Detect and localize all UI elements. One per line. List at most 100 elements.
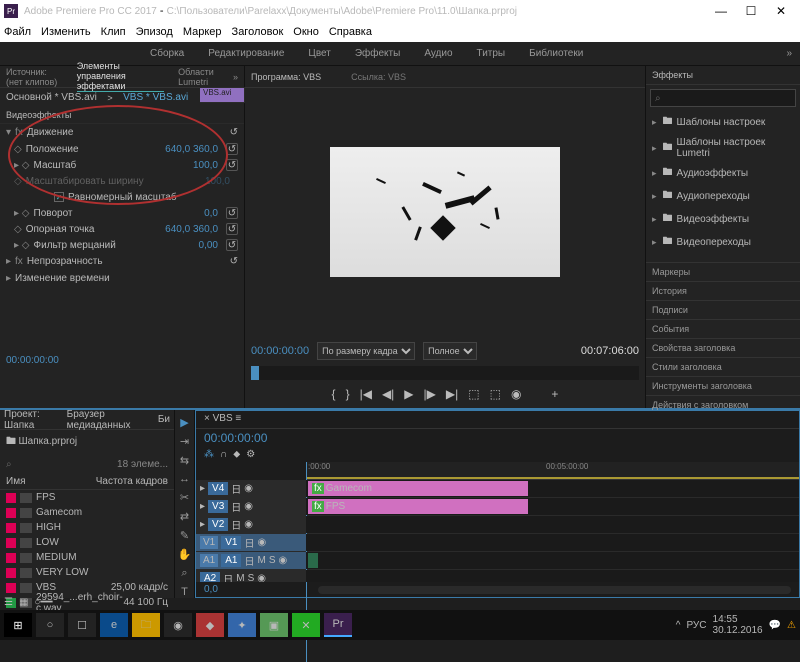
project-item[interactable]: MEDIUM — [0, 550, 174, 565]
tab-lumetri[interactable]: Области Lumetri — [178, 67, 219, 87]
project-item[interactable]: Gamecom — [0, 505, 174, 520]
prop-rotation[interactable]: ▸ ◇Поворот0,0↺ — [0, 205, 244, 221]
taskbar-xbox[interactable]: ✕ — [292, 613, 320, 637]
panel-events[interactable]: События — [646, 319, 800, 338]
tab-source[interactable]: Источник: (нет клипов) — [6, 67, 63, 87]
menu-title[interactable]: Заголовок — [232, 26, 284, 38]
tab-project[interactable]: Проект: Шапка — [4, 409, 59, 431]
ws-overflow[interactable]: » — [786, 48, 792, 59]
rate-stretch-icon[interactable]: ↔ — [179, 473, 190, 485]
track-v4[interactable]: ▸V4日◉fxGamecom — [196, 480, 799, 498]
ws-editing[interactable]: Редактирование — [208, 48, 284, 59]
lift-icon[interactable]: ⬚ — [468, 387, 479, 401]
play-icon[interactable]: ▶ — [404, 387, 413, 401]
menu-marker[interactable]: Маркер — [183, 26, 222, 38]
taskbar-app2[interactable]: ✦ — [228, 613, 256, 637]
taskbar-explorer[interactable]: 🗀 — [132, 613, 160, 637]
menu-clip[interactable]: Клип — [101, 26, 126, 38]
mini-timeline[interactable]: VBS.avi — [200, 87, 245, 103]
linked-sel-icon[interactable]: ∩ — [220, 449, 227, 460]
timeline-zoom[interactable]: 0,0 — [204, 584, 218, 595]
type-tool-icon[interactable]: T — [181, 586, 188, 598]
ws-assembly[interactable]: Сборка — [150, 48, 184, 59]
clip-audio[interactable] — [308, 553, 318, 568]
tab-media-browser[interactable]: Браузер медиаданных — [67, 409, 150, 431]
track-a1[interactable]: A1A1日MS◉ — [196, 552, 799, 570]
ws-effects[interactable]: Эффекты — [355, 48, 400, 59]
menu-edit[interactable]: Изменить — [41, 26, 91, 38]
step-back-icon[interactable]: ◀| — [382, 387, 394, 401]
tray-lang[interactable]: РУС — [686, 620, 706, 631]
panel-history[interactable]: История — [646, 281, 800, 300]
taskbar-app3[interactable]: ▣ — [260, 613, 288, 637]
tray-up-icon[interactable]: ^ — [676, 620, 681, 631]
mini-clip[interactable]: VBS.avi — [200, 88, 244, 102]
start-button[interactable]: ⊞ — [4, 613, 32, 637]
program-timecode[interactable]: 00:00:00:00 — [251, 345, 309, 357]
project-item[interactable]: VERY LOW — [0, 565, 174, 580]
folder-videotrans[interactable]: 🖿Видеопереходы — [646, 231, 800, 254]
prop-flicker[interactable]: ▸ ◇Фильтр мерцаний0,00↺ — [0, 237, 244, 253]
program-scrubber[interactable] — [251, 366, 639, 380]
mark-out-icon[interactable]: } — [346, 387, 350, 401]
search-button[interactable]: ○ — [36, 613, 64, 637]
tab-program[interactable]: Программа: VBS — [251, 72, 321, 82]
settings-icon[interactable]: ⚙ — [246, 449, 255, 460]
ws-color[interactable]: Цвет — [308, 48, 330, 59]
maximize-button[interactable]: ☐ — [736, 4, 766, 18]
project-item[interactable]: LOW — [0, 535, 174, 550]
playhead-icon[interactable] — [251, 366, 259, 380]
folder-audiofx[interactable]: 🖿Аудиоэффекты — [646, 162, 800, 185]
minimize-button[interactable]: — — [706, 4, 736, 18]
folder-videofx[interactable]: 🖿Видеоэффекты — [646, 208, 800, 231]
btn-plus-icon[interactable]: + — [551, 387, 558, 401]
markers-icon[interactable]: ⬥ — [233, 449, 240, 460]
tab-effects[interactable]: Эффекты — [646, 66, 800, 85]
viewer-area[interactable] — [245, 88, 645, 336]
folder-lumetri[interactable]: 🖿Шаблоны настроек Lumetri — [646, 134, 800, 162]
panel-menu[interactable]: » — [233, 72, 238, 82]
tab-overflow[interactable]: Би — [158, 414, 170, 425]
prev-marker-icon[interactable]: |◀ — [360, 387, 372, 401]
col-name[interactable]: Имя — [6, 476, 96, 487]
hand-tool-icon[interactable]: ✋ — [178, 548, 192, 561]
taskbar-chrome[interactable]: ◉ — [164, 613, 192, 637]
menu-file[interactable]: Файл — [4, 26, 31, 38]
search-icon[interactable]: ⌕ — [6, 459, 12, 470]
taskview-button[interactable]: ☐ — [68, 613, 96, 637]
folder-presets[interactable]: 🖿Шаблоны настроек — [646, 111, 800, 134]
ws-libraries[interactable]: Библиотеки — [529, 48, 583, 59]
panel-markers[interactable]: Маркеры — [646, 262, 800, 281]
taskbar-edge[interactable]: e — [100, 613, 128, 637]
tray-notifications-icon[interactable]: 💬 — [769, 620, 781, 631]
zoom-slider[interactable]: ○━━ — [34, 597, 52, 608]
resolution-select[interactable]: Полное — [423, 342, 477, 360]
export-frame-icon[interactable]: ◉ — [511, 387, 521, 401]
pen-tool-icon[interactable]: ✎ — [180, 529, 189, 542]
track-v2[interactable]: ▸V2日◉ — [196, 516, 799, 534]
menu-help[interactable]: Справка — [329, 26, 372, 38]
razor-tool-icon[interactable]: ✂ — [180, 491, 189, 504]
selection-tool-icon[interactable]: ▶ — [180, 416, 188, 429]
step-fwd-icon[interactable]: |▶ — [424, 387, 436, 401]
close-button[interactable]: ✕ — [766, 4, 796, 18]
ws-audio[interactable]: Аудио — [424, 48, 452, 59]
clip-fps[interactable]: fxFPS — [308, 499, 528, 514]
prop-scale[interactable]: ▸ ◇Масштаб100,0↺ — [0, 157, 244, 173]
track-v3[interactable]: ▸V3日◉fxFPS — [196, 498, 799, 516]
folder-audiotrans[interactable]: 🖿Аудиопереходы — [646, 185, 800, 208]
panel-titleprops[interactable]: Свойства заголовка — [646, 338, 800, 357]
zoom-select[interactable]: По размеру кадра — [317, 342, 415, 360]
time-ruler[interactable]: :00:00 00:05:00:00 — [306, 462, 799, 480]
next-marker-icon[interactable]: ▶| — [446, 387, 458, 401]
menu-window[interactable]: Окно — [293, 26, 319, 38]
mark-in-icon[interactable]: { — [332, 387, 336, 401]
sequence-tab[interactable]: × VBS ≡ — [204, 413, 241, 424]
menu-sequence[interactable]: Эпизод — [136, 26, 173, 38]
slip-tool-icon[interactable]: ⇄ — [180, 510, 189, 523]
effects-search[interactable]: ⌕ — [650, 89, 796, 107]
track-select-icon[interactable]: ⇥ — [180, 435, 189, 448]
track-v1[interactable]: V1V1日◉ — [196, 534, 799, 552]
project-item[interactable]: HIGH — [0, 520, 174, 535]
panel-titletools[interactable]: Инструменты заголовка — [646, 376, 800, 395]
